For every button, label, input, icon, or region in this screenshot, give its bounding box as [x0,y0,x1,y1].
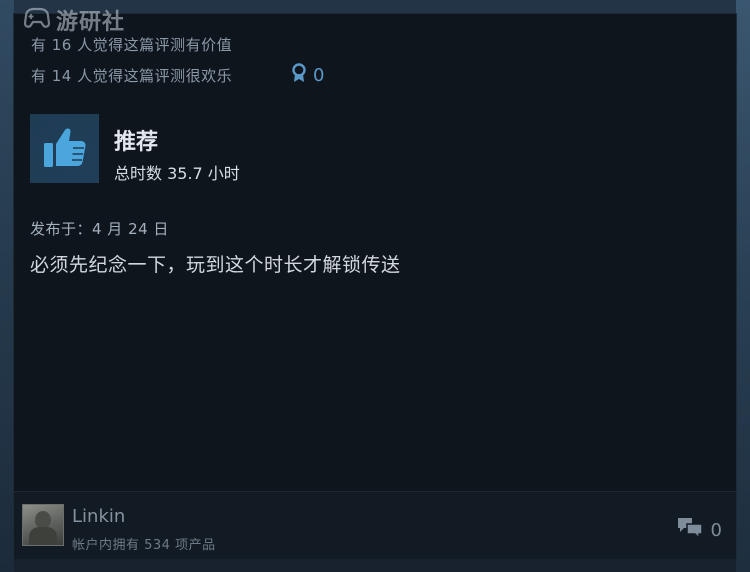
author-products-count: 帐户内拥有 534 项产品 [72,538,216,553]
thumbs-up-icon [40,122,90,176]
author-name[interactable]: Linkin [72,506,125,527]
playtime-hours: 总时数 35.7 小时 [114,164,240,183]
award-count: 0 [313,64,325,86]
gamepad-logo-icon [22,6,52,34]
posted-date: 发布于：4 月 24 日 [30,220,169,238]
helpful-count-text: 有 16 人觉得这篇评测有价值 [31,36,233,54]
award-button[interactable]: 0 [291,63,324,87]
verdict-title[interactable]: 推荐 [114,124,158,156]
award-ribbon-icon [291,63,307,87]
review-page: 有 16 人觉得这篇评测有价值 有 14 人觉得这篇评测很欢乐 0 推荐 总时数 [0,0,750,572]
watermark-text: 游研社 [56,10,126,35]
comment-count: 0 [710,519,722,541]
background-art-left [0,0,14,572]
funny-count-text: 有 14 人觉得这篇评测很欢乐 [31,67,233,85]
review-card: 有 16 人觉得这篇评测有价值 有 14 人觉得这篇评测很欢乐 0 推荐 总时数 [14,14,736,559]
avatar[interactable] [22,504,64,546]
watermark-logo: 游研社 [22,4,125,36]
comments-button[interactable]: 0 [677,516,722,544]
recommend-thumb-box [30,114,99,183]
author-footer: Linkin 帐户内拥有 534 项产品 0 [14,491,736,559]
comment-bubbles-icon [677,516,703,544]
review-body: 必须先纪念一下，玩到这个时长才解锁传送 [30,254,401,276]
background-art-right [736,0,750,572]
